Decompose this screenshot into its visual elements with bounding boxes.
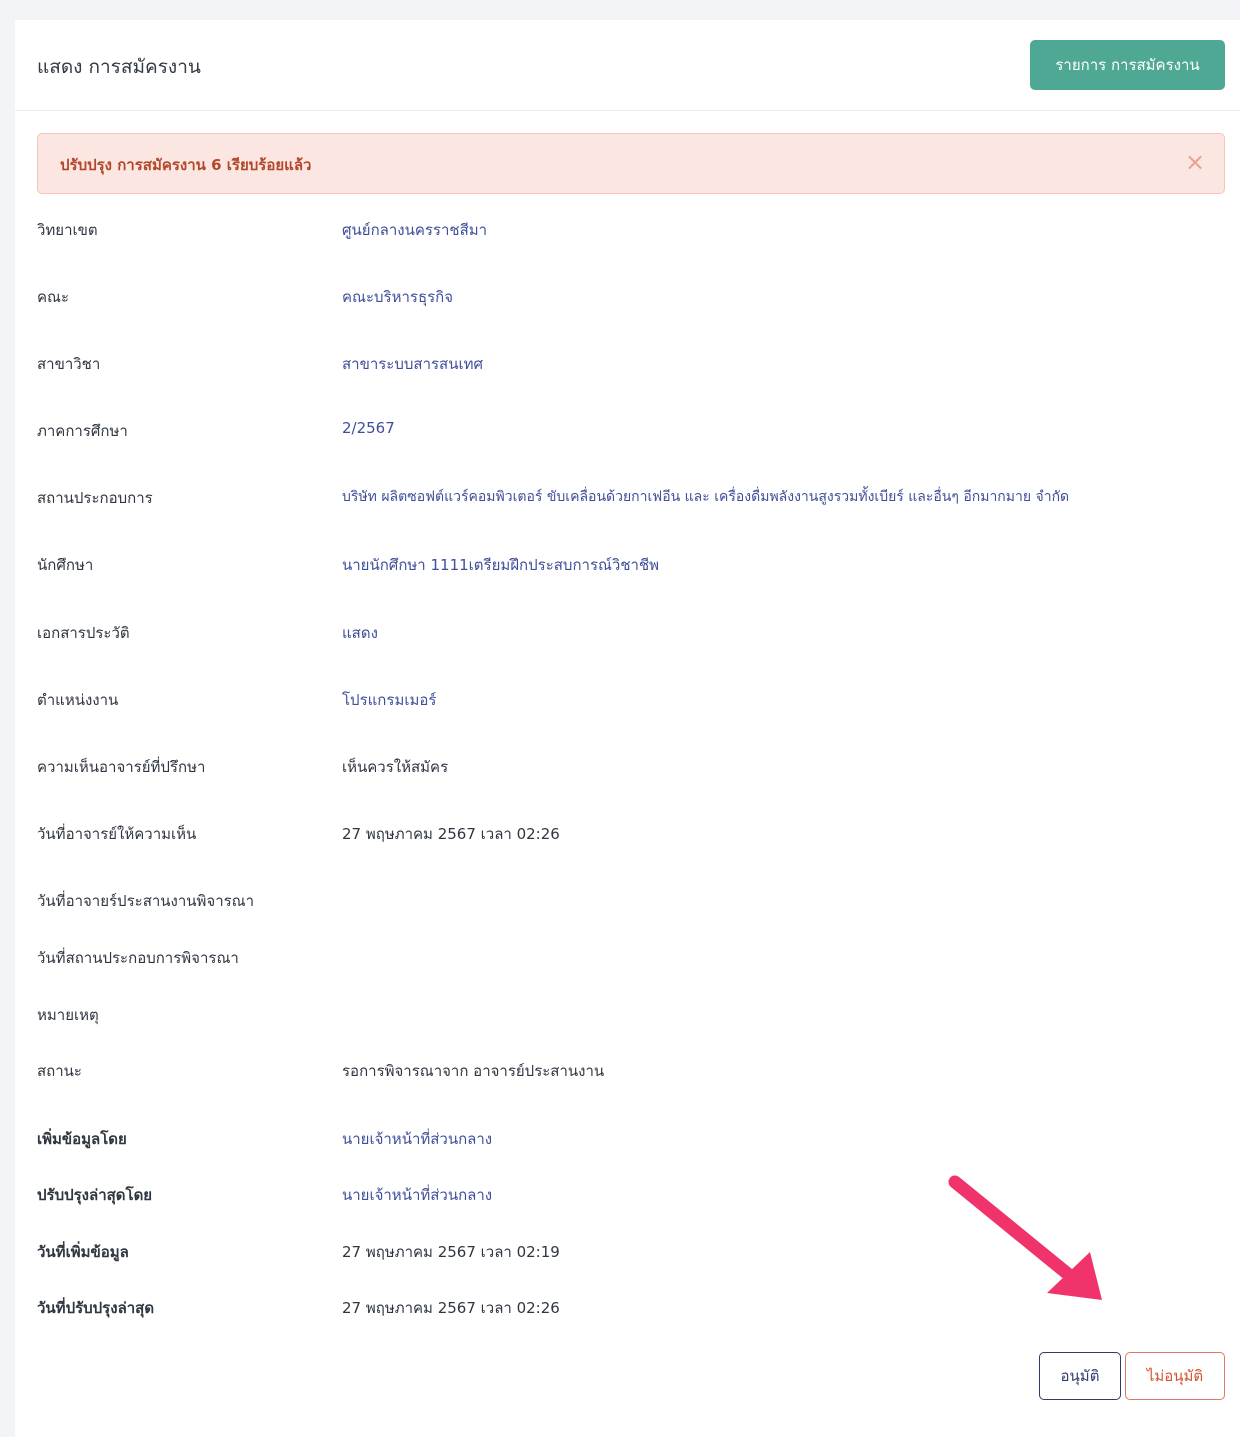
- field-value-link[interactable]: นายเจ้าหน้าที่ส่วนกลาง: [342, 1183, 492, 1207]
- field-value-link[interactable]: ศูนย์กลางนครราชสีมา: [342, 218, 487, 242]
- status-value: รอการพิจารณาจาก อาจารย์ประสานงาน: [342, 1062, 605, 1080]
- field-row-coordinator-date: วันที่อาจายร์ประสานงานพิจารณา: [37, 889, 1225, 913]
- field-row-campus: วิทยาเขต ศูนย์กลางนครราชสีมา: [37, 218, 1225, 242]
- close-icon[interactable]: ×: [1182, 147, 1208, 177]
- application-list-button[interactable]: รายการ การสมัครงาน: [1030, 40, 1225, 90]
- field-label: วันที่สถานประกอบการพิจารณา: [37, 949, 239, 967]
- field-row-position: ตำแหน่งงาน โปรแกรมเมอร์: [37, 688, 1225, 712]
- field-label: วันที่อาจารย์ให้ความเห็น: [37, 825, 197, 843]
- field-value: 27 พฤษภาคม 2567 เวลา 02:19: [342, 1243, 560, 1261]
- field-row-advisor-opinion: ความเห็นอาจารย์ที่ปรึกษา เห็นควรให้สมัคร: [37, 755, 1225, 779]
- alert-message: ปรับปรุง การสมัครงาน 6 เรียบร้อยแล้ว: [60, 156, 312, 174]
- field-row-major: สาขาวิชา สาขาระบบสารสนเทศ: [37, 352, 1225, 376]
- reject-button[interactable]: ไม่อนุมัติ: [1125, 1352, 1225, 1400]
- field-label: ตำแหน่งงาน: [37, 691, 119, 709]
- field-row-created-by: เพิ่มข้อมูลโดย นายเจ้าหน้าที่ส่วนกลาง: [37, 1127, 1225, 1151]
- field-value-link[interactable]: บริษัท ผลิตซอฟต์แวร์คอมพิวเตอร์ ขับเคลื่…: [342, 486, 1069, 508]
- field-row-faculty: คณะ คณะบริหารธุรกิจ: [37, 285, 1225, 309]
- field-label: วันที่ปรับปรุงล่าสุด: [37, 1299, 155, 1317]
- field-value-link[interactable]: คณะบริหารธุรกิจ: [342, 285, 453, 309]
- field-label: สาขาวิชา: [37, 355, 101, 373]
- field-label: นักศึกษา: [37, 556, 94, 574]
- field-value-link[interactable]: 2/2567: [342, 419, 395, 437]
- approve-button[interactable]: อนุมัติ: [1039, 1352, 1121, 1400]
- pointer-arrow-icon: [948, 1175, 1102, 1300]
- field-value-link[interactable]: สาขาระบบสารสนเทศ: [342, 352, 483, 376]
- field-label: สถานประกอบการ: [37, 489, 153, 507]
- field-value: 27 พฤษภาคม 2567 เวลา 02:26: [342, 1299, 560, 1317]
- field-row-company: สถานประกอบการ บริษัท ผลิตซอฟต์แวร์คอมพิว…: [37, 486, 1225, 510]
- field-value-link[interactable]: นายเจ้าหน้าที่ส่วนกลาง: [342, 1127, 492, 1151]
- success-alert: ปรับปรุง การสมัครงาน 6 เรียบร้อยแล้ว ×: [37, 133, 1225, 194]
- field-value-link[interactable]: นายนักศึกษา 1111เตรียมฝึกประสบการณ์วิชาช…: [342, 553, 659, 577]
- field-row-student: นักศึกษา นายนักศึกษา 1111เตรียมฝึกประสบก…: [37, 553, 1225, 577]
- field-label: วิทยาเขต: [37, 221, 98, 239]
- field-row-resume: เอกสารประวัติ แสดง: [37, 621, 1225, 645]
- field-label: เพิ่มข้อมูลโดย: [37, 1130, 127, 1148]
- field-row-advisor-date: วันที่อาจารย์ให้ความเห็น 27 พฤษภาคม 2567…: [37, 822, 1225, 846]
- field-value-link[interactable]: โปรแกรมเมอร์: [342, 688, 436, 712]
- field-row-remark: หมายเหตุ: [37, 1003, 1225, 1027]
- field-label: วันที่เพิ่มข้อมูล: [37, 1243, 129, 1261]
- resume-link[interactable]: แสดง: [342, 621, 378, 645]
- application-card: แสดง การสมัครงาน รายการ การสมัครงาน ปรับ…: [15, 20, 1240, 1437]
- page-title: แสดง การสมัครงาน: [37, 56, 201, 78]
- field-label: ภาคการศึกษา: [37, 422, 128, 440]
- field-label: หมายเหตุ: [37, 1006, 99, 1024]
- field-value: เห็นควรให้สมัคร: [342, 758, 449, 776]
- field-label: เอกสารประวัติ: [37, 624, 130, 642]
- field-label: ปรับปรุงล่าสุดโดย: [37, 1186, 153, 1204]
- field-label: วันที่อาจายร์ประสานงานพิจารณา: [37, 892, 255, 910]
- field-label: ความเห็นอาจารย์ที่ปรึกษา: [37, 758, 206, 776]
- field-label: สถานะ: [37, 1062, 82, 1080]
- card-header: แสดง การสมัครงาน รายการ การสมัครงาน: [15, 20, 1240, 111]
- field-label: คณะ: [37, 288, 70, 306]
- field-row-status: สถานะ รอการพิจารณาจาก อาจารย์ประสานงาน: [37, 1059, 1225, 1083]
- field-value: 27 พฤษภาคม 2567 เวลา 02:26: [342, 825, 560, 843]
- field-row-company-date: วันที่สถานประกอบการพิจารณา: [37, 946, 1225, 970]
- field-row-semester: ภาคการศึกษา 2/2567: [37, 419, 1225, 443]
